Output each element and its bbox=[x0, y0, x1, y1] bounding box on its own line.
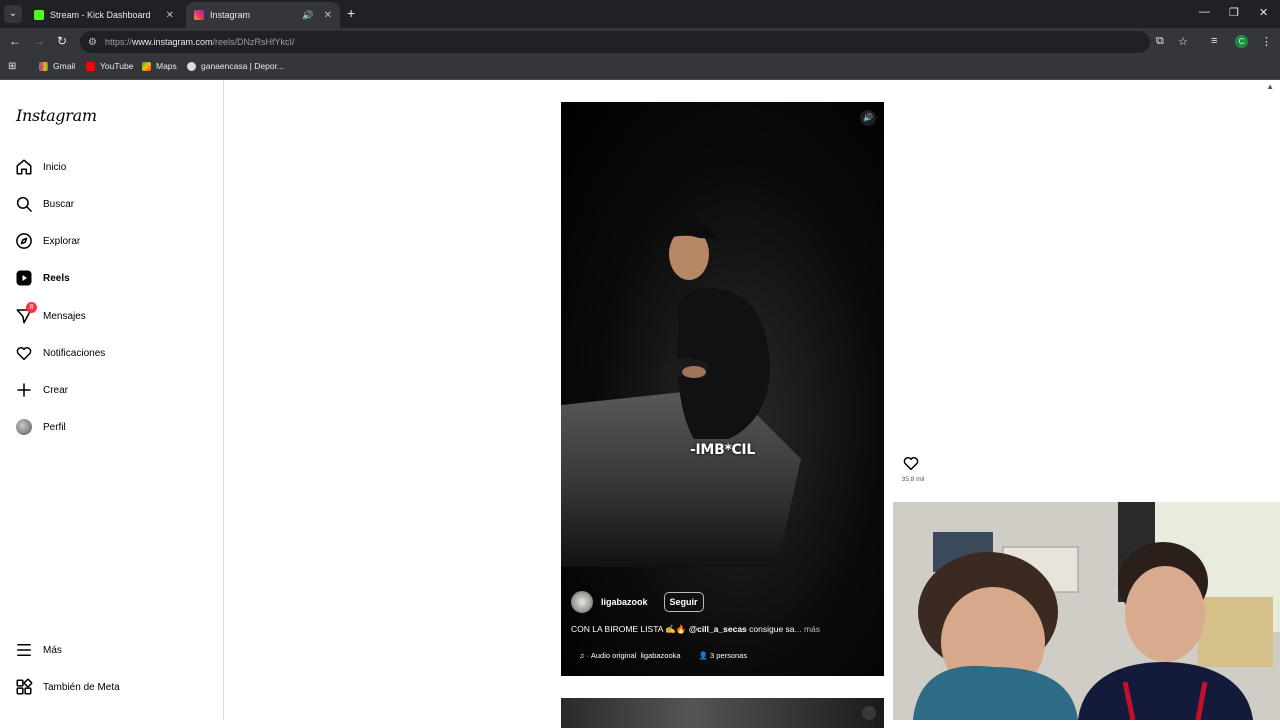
webcam-overlay bbox=[893, 502, 1280, 720]
music-note-icon: ♫ bbox=[579, 651, 585, 660]
bookmarks-bar: Gmail YouTube Maps ganaencasa | Depor... bbox=[0, 56, 1280, 80]
close-window-icon[interactable]: ✕ bbox=[1259, 6, 1268, 19]
author-avatar[interactable] bbox=[571, 591, 593, 613]
messenger-icon: 8 bbox=[14, 302, 37, 326]
address-bar[interactable]: ⚙ https://www.instagram.com/reels/DNzRsH… bbox=[80, 31, 1150, 53]
kick-favicon-icon bbox=[34, 10, 44, 20]
video-subtitle: -IMB*CIL bbox=[690, 442, 755, 458]
notification-badge: 8 bbox=[26, 302, 37, 313]
install-app-icon[interactable]: ⧉ bbox=[1156, 35, 1164, 48]
nav-explorar[interactable]: Explorar bbox=[14, 229, 80, 253]
nav-notificaciones[interactable]: Notificaciones bbox=[14, 341, 105, 365]
url-text[interactable]: https://www.instagram.com/reels/DNzRsHfY… bbox=[105, 37, 295, 47]
instagram-favicon-icon bbox=[194, 10, 204, 20]
follow-button[interactable]: Seguir bbox=[663, 592, 704, 612]
nav-label: Explorar bbox=[43, 235, 81, 247]
browser-toolbar: ← → ↻ ⚙ https://www.instagram.com/reels/… bbox=[0, 28, 1280, 56]
volume-icon[interactable]: 🔊 bbox=[860, 110, 876, 126]
nav-crear[interactable]: Crear bbox=[14, 378, 68, 402]
tab-audio-icon[interactable]: 🔊 bbox=[302, 10, 313, 21]
media-controls-icon[interactable]: ≡ bbox=[1211, 35, 1217, 47]
like-heart-icon[interactable] bbox=[902, 454, 922, 474]
compass-icon bbox=[14, 231, 34, 251]
close-tab-icon[interactable]: ✕ bbox=[324, 10, 332, 21]
forward-icon[interactable]: → bbox=[33, 34, 45, 48]
bookmark-star-icon[interactable]: ☆ bbox=[1178, 35, 1188, 48]
person-icon: 👤 bbox=[698, 651, 708, 660]
nav-label: Inicio bbox=[43, 161, 67, 173]
avatar bbox=[14, 417, 34, 437]
nav-label: Notificaciones bbox=[43, 347, 106, 359]
minimize-icon[interactable]: — bbox=[1199, 6, 1210, 18]
nav-label: Crear bbox=[43, 384, 69, 396]
bookmark-gmail[interactable]: Gmail bbox=[39, 61, 75, 71]
apps-grid-icon[interactable]: ⊞ bbox=[8, 61, 16, 72]
webcam-scene bbox=[893, 502, 1280, 720]
home-icon bbox=[14, 157, 34, 177]
new-tab-button[interactable]: + bbox=[347, 5, 355, 21]
tab-instagram[interactable]: Instagram 🔊 ✕ bbox=[186, 2, 340, 28]
bookmark-maps[interactable]: Maps bbox=[142, 61, 177, 71]
heart-icon bbox=[14, 343, 34, 363]
nav-label: Buscar bbox=[43, 198, 75, 210]
nav-mas[interactable]: Más bbox=[14, 638, 62, 662]
video-person-figure bbox=[664, 222, 770, 439]
close-tab-icon[interactable]: ✕ bbox=[166, 10, 174, 21]
volume-icon[interactable] bbox=[862, 706, 876, 720]
search-icon bbox=[14, 194, 34, 214]
reel-author: ligabazook Seguir bbox=[571, 591, 704, 613]
audio-info[interactable]: ♫ · Audio original ligabazooka bbox=[579, 651, 681, 660]
reels-icon bbox=[14, 268, 34, 288]
author-username[interactable]: ligabazook bbox=[601, 597, 648, 607]
caption-mention[interactable]: @cill_a_secas bbox=[689, 624, 747, 634]
plus-icon bbox=[14, 380, 34, 400]
site-info-icon[interactable]: ⚙ bbox=[88, 37, 97, 48]
nav-perfil[interactable]: Perfil bbox=[14, 415, 66, 439]
tagged-people[interactable]: 👤 3 personas bbox=[699, 651, 748, 660]
nav-label: Mensajes bbox=[43, 310, 86, 322]
nav-label: Perfil bbox=[43, 421, 66, 433]
menu-icon bbox=[14, 640, 34, 660]
instagram-logo[interactable]: Instagram bbox=[16, 106, 97, 125]
meta-grid-icon bbox=[14, 677, 34, 697]
chrome-menu-icon[interactable]: ⋮ bbox=[1261, 35, 1272, 48]
tab-title: Instagram bbox=[210, 10, 251, 20]
reel-video[interactable]: 🔊 -IMB*CIL ligabazook Seguir CON LA BIRO… bbox=[561, 102, 884, 676]
nav-tambien-de-meta[interactable]: También de Meta bbox=[14, 675, 120, 699]
tab-search-chevron-icon[interactable]: ⌄ bbox=[4, 5, 22, 23]
tab-title: Stream - Kick Dashboard bbox=[50, 10, 151, 20]
restore-icon[interactable]: ❐ bbox=[1229, 6, 1239, 19]
browser-tab-bar: ⌄ Stream - Kick Dashboard ✕ Instagram 🔊 … bbox=[0, 0, 1280, 28]
reload-icon[interactable]: ↻ bbox=[57, 34, 67, 48]
nav-label: Reels bbox=[43, 272, 70, 284]
globe-icon bbox=[187, 61, 196, 71]
like-count: 35,8 mil bbox=[901, 476, 925, 483]
reel-audio-bar: ♫ · Audio original ligabazooka 👤 3 perso… bbox=[579, 651, 747, 660]
youtube-icon bbox=[86, 61, 95, 71]
sidebar: Instagram Inicio Buscar Explorar Reels 8… bbox=[0, 80, 224, 720]
bookmark-youtube[interactable]: YouTube bbox=[86, 61, 133, 71]
tab-kick-dashboard[interactable]: Stream - Kick Dashboard ✕ bbox=[26, 2, 182, 28]
maps-icon bbox=[142, 61, 151, 71]
caption-more-link[interactable]: ... más bbox=[795, 624, 821, 634]
nav-label: También de Meta bbox=[43, 681, 120, 693]
nav-reels[interactable]: Reels bbox=[14, 266, 70, 290]
reel-caption: CON LA BIROME LISTA ✍️🔥 @cill_a_secas co… bbox=[571, 624, 821, 634]
back-icon[interactable]: ← bbox=[9, 34, 21, 48]
next-reel-preview[interactable] bbox=[561, 698, 884, 728]
scroll-up-arrow-icon[interactable]: ▲ bbox=[1266, 82, 1274, 91]
gmail-icon bbox=[39, 61, 48, 71]
nav-mensajes[interactable]: 8 Mensajes bbox=[14, 302, 86, 328]
profile-avatar[interactable]: C bbox=[1235, 35, 1248, 48]
nav-inicio[interactable]: Inicio bbox=[14, 155, 66, 179]
bookmark-ganaencasa[interactable]: ganaencasa | Depor... bbox=[187, 61, 284, 71]
nav-label: Más bbox=[43, 644, 62, 656]
nav-buscar[interactable]: Buscar bbox=[14, 192, 74, 216]
